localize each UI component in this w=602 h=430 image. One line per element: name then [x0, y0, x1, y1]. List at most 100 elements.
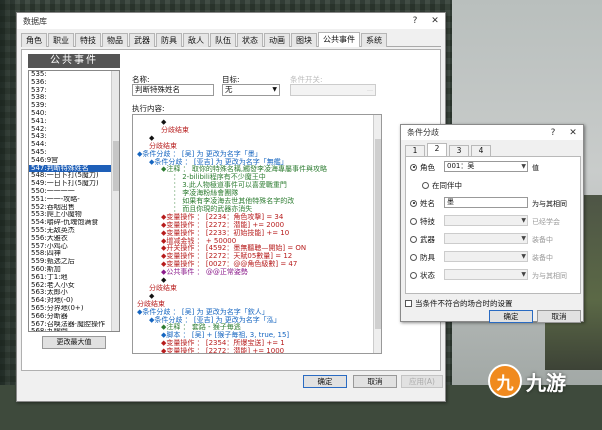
tab-11[interactable]: 公共事件 — [318, 32, 360, 47]
radio-button[interactable] — [410, 217, 417, 225]
tab-0[interactable]: 角色 — [21, 33, 47, 47]
tab-9[interactable]: 动画 — [264, 33, 290, 47]
condition-row[interactable]: 姓名 — [410, 197, 435, 209]
code-line[interactable]: ◆条件分歧 ： [吴] 为 更改为名字「墨」 — [137, 150, 262, 158]
content-scrollbar[interactable] — [373, 115, 381, 353]
code-line[interactable]: ◆变量操作 ： [2354：所爆宝送] += 1 — [161, 339, 285, 347]
code-line[interactable]: ： 3.此人物極道事件可以喜愛戰重門 — [173, 181, 287, 189]
condition-row[interactable]: 状态 — [410, 269, 435, 281]
change-max-button[interactable]: 更改最大值 — [42, 336, 106, 349]
code-line[interactable]: ： 如果有李凌海去世其他特殊名字的改 — [173, 197, 294, 205]
radio-button[interactable] — [410, 235, 417, 243]
list-item[interactable]: 564:对地(-0) — [29, 297, 111, 305]
list-item[interactable]: 567:召唤法器·魔腔操作 — [29, 321, 111, 329]
code-line[interactable]: ◆变量操作 ： [2233：初始技能] += 10 — [161, 229, 289, 237]
list-item[interactable]: 545: — [29, 149, 111, 157]
list-item[interactable]: 551:一一-攻略- — [29, 196, 111, 204]
tab-8[interactable]: 状态 — [237, 33, 263, 47]
condition-row[interactable]: 防具 — [410, 251, 435, 263]
condition-row[interactable]: 在同伴中 — [422, 179, 462, 191]
radio-button[interactable] — [422, 181, 429, 189]
dialog-cancel-button[interactable]: 取消 — [537, 310, 581, 323]
tab-5[interactable]: 防具 — [156, 33, 182, 47]
ok-button[interactable]: 确定 — [303, 375, 347, 388]
else-checkbox-row[interactable]: 当条件不符合的场合时的设置 — [405, 297, 513, 309]
list-item[interactable]: 546:9宫 — [29, 157, 111, 165]
list-item[interactable]: 562:老人小女 — [29, 282, 111, 290]
radio-button[interactable] — [410, 271, 417, 279]
tab-6[interactable]: 敌人 — [183, 33, 209, 47]
list-item[interactable]: 553:爬上小魔物 — [29, 211, 111, 219]
list-item[interactable]: 539: — [29, 102, 111, 110]
list-item[interactable]: 548:一日卜打(5魔力) — [29, 172, 111, 180]
dialog-ok-button[interactable]: 确定 — [489, 310, 533, 323]
list-item[interactable]: 542: — [29, 126, 111, 134]
condition-tab-1[interactable]: 1 — [405, 145, 425, 156]
code-line[interactable]: ◆ — [149, 134, 154, 142]
help-icon[interactable]: ? — [405, 16, 425, 26]
tab-1[interactable]: 职业 — [48, 33, 74, 47]
list-item[interactable]: 549:一日卜打(5魔力) — [29, 180, 111, 188]
code-line[interactable]: ： 李凌海粉絲會團隊 — [173, 189, 238, 197]
list-item[interactable]: 538: — [29, 94, 111, 102]
list-item[interactable]: 547:判断特殊姓名 — [29, 164, 111, 173]
help-icon[interactable]: ? — [543, 128, 563, 138]
radio-button[interactable] — [410, 199, 417, 207]
condition-tab-4[interactable]: 4 — [471, 145, 491, 156]
list-item[interactable]: 568:九曜倒 — [29, 328, 111, 331]
condition-row[interactable]: 角色 — [410, 161, 435, 173]
tab-4[interactable]: 武器 — [129, 33, 155, 47]
code-line[interactable]: ◆变量操作 ： [2272：潜能] += 2000 — [161, 221, 284, 229]
list-item[interactable]: 560:斯加 — [29, 266, 111, 274]
list-item[interactable]: 550:一一一一 — [29, 188, 111, 196]
list-item[interactable]: 561:丁1:地 — [29, 274, 111, 282]
radio-button[interactable] — [410, 253, 417, 261]
list-item[interactable]: 555:无敌英杰 — [29, 227, 111, 235]
condition-select[interactable]: 001：吴 ▼ — [444, 161, 528, 172]
tab-12[interactable]: 系统 — [361, 33, 387, 47]
list-item[interactable]: 559:甄选之后 — [29, 258, 111, 266]
code-line[interactable]: ◆条件分歧 ： [吴] 为 更改为名字「欽人」 — [137, 308, 269, 316]
event-list[interactable]: 535: 536: 537: 538: 539: 540: 541: 542: 543: 544:… — [28, 70, 120, 332]
list-scrollbar-thumb[interactable] — [113, 141, 119, 191]
list-item[interactable]: 565:分界地(0+) — [29, 305, 111, 313]
list-item[interactable]: 536: — [29, 79, 111, 87]
list-item[interactable]: 554:嚼碎-仇魂饱满食 — [29, 219, 111, 227]
code-line[interactable]: ◆公共事件 ： @@正常姿勢 — [161, 268, 248, 276]
code-line[interactable]: ◆ — [161, 276, 166, 284]
code-line[interactable]: ： 而且你現的武器亦消失 — [173, 205, 252, 213]
radio-button[interactable] — [410, 163, 417, 171]
tab-2[interactable]: 特技 — [75, 33, 101, 47]
name-input[interactable]: 判断特殊姓名 — [132, 84, 214, 96]
tab-7[interactable]: 队伍 — [210, 33, 236, 47]
code-line[interactable]: ◆变量操作 ： [2272：潜能] += 1000 — [161, 347, 284, 353]
else-checkbox[interactable] — [405, 299, 412, 307]
condition-row[interactable]: 特技 — [410, 215, 435, 227]
condition-select[interactable]: 墨 — [444, 197, 528, 208]
condition-tab-3[interactable]: 3 — [449, 145, 469, 156]
list-item[interactable]: 563:太郎小 — [29, 289, 111, 297]
cancel-button[interactable]: 取消 — [353, 375, 397, 388]
trigger-select[interactable]: 无 ▼ — [222, 84, 280, 96]
code-line[interactable]: ◆变量操作 ： [0027：@@角色級數] = 47 — [161, 260, 297, 268]
condition-tab-2[interactable]: 2 — [427, 143, 447, 156]
code-line[interactable]: 分歧结束 — [149, 142, 177, 150]
list-item[interactable]: 541: — [29, 118, 111, 126]
list-item[interactable]: 540: — [29, 110, 111, 118]
list-scrollbar[interactable] — [111, 71, 119, 331]
list-item[interactable]: 556:大雅衣 — [29, 235, 111, 243]
close-icon[interactable]: ✕ — [425, 16, 445, 26]
list-item[interactable]: 535: — [29, 71, 111, 79]
close-icon[interactable]: ✕ — [563, 128, 583, 138]
condition-row[interactable]: 武器 — [410, 233, 435, 245]
content-scrollbar-thumb[interactable] — [375, 139, 381, 329]
code-line[interactable]: ◆ — [149, 292, 154, 300]
list-item[interactable]: 552:吞咽出售 — [29, 204, 111, 212]
list-item[interactable]: 543: — [29, 133, 111, 141]
list-item[interactable]: 558:四神 — [29, 250, 111, 258]
code-line[interactable]: ◆变量操作 ： [2234：角色攻撃] = 34 — [161, 213, 283, 221]
list-item[interactable]: 566:分断器 — [29, 313, 111, 321]
list-item[interactable]: 544: — [29, 141, 111, 149]
code-line[interactable]: 分歧结束 — [149, 284, 177, 292]
event-content-list[interactable]: ◆ 分歧结束 ◆ 分歧结束 ◆条件分歧 ： [吴] 为 更改为名字「墨」 ◆条件分歧 ： … — [132, 114, 382, 354]
